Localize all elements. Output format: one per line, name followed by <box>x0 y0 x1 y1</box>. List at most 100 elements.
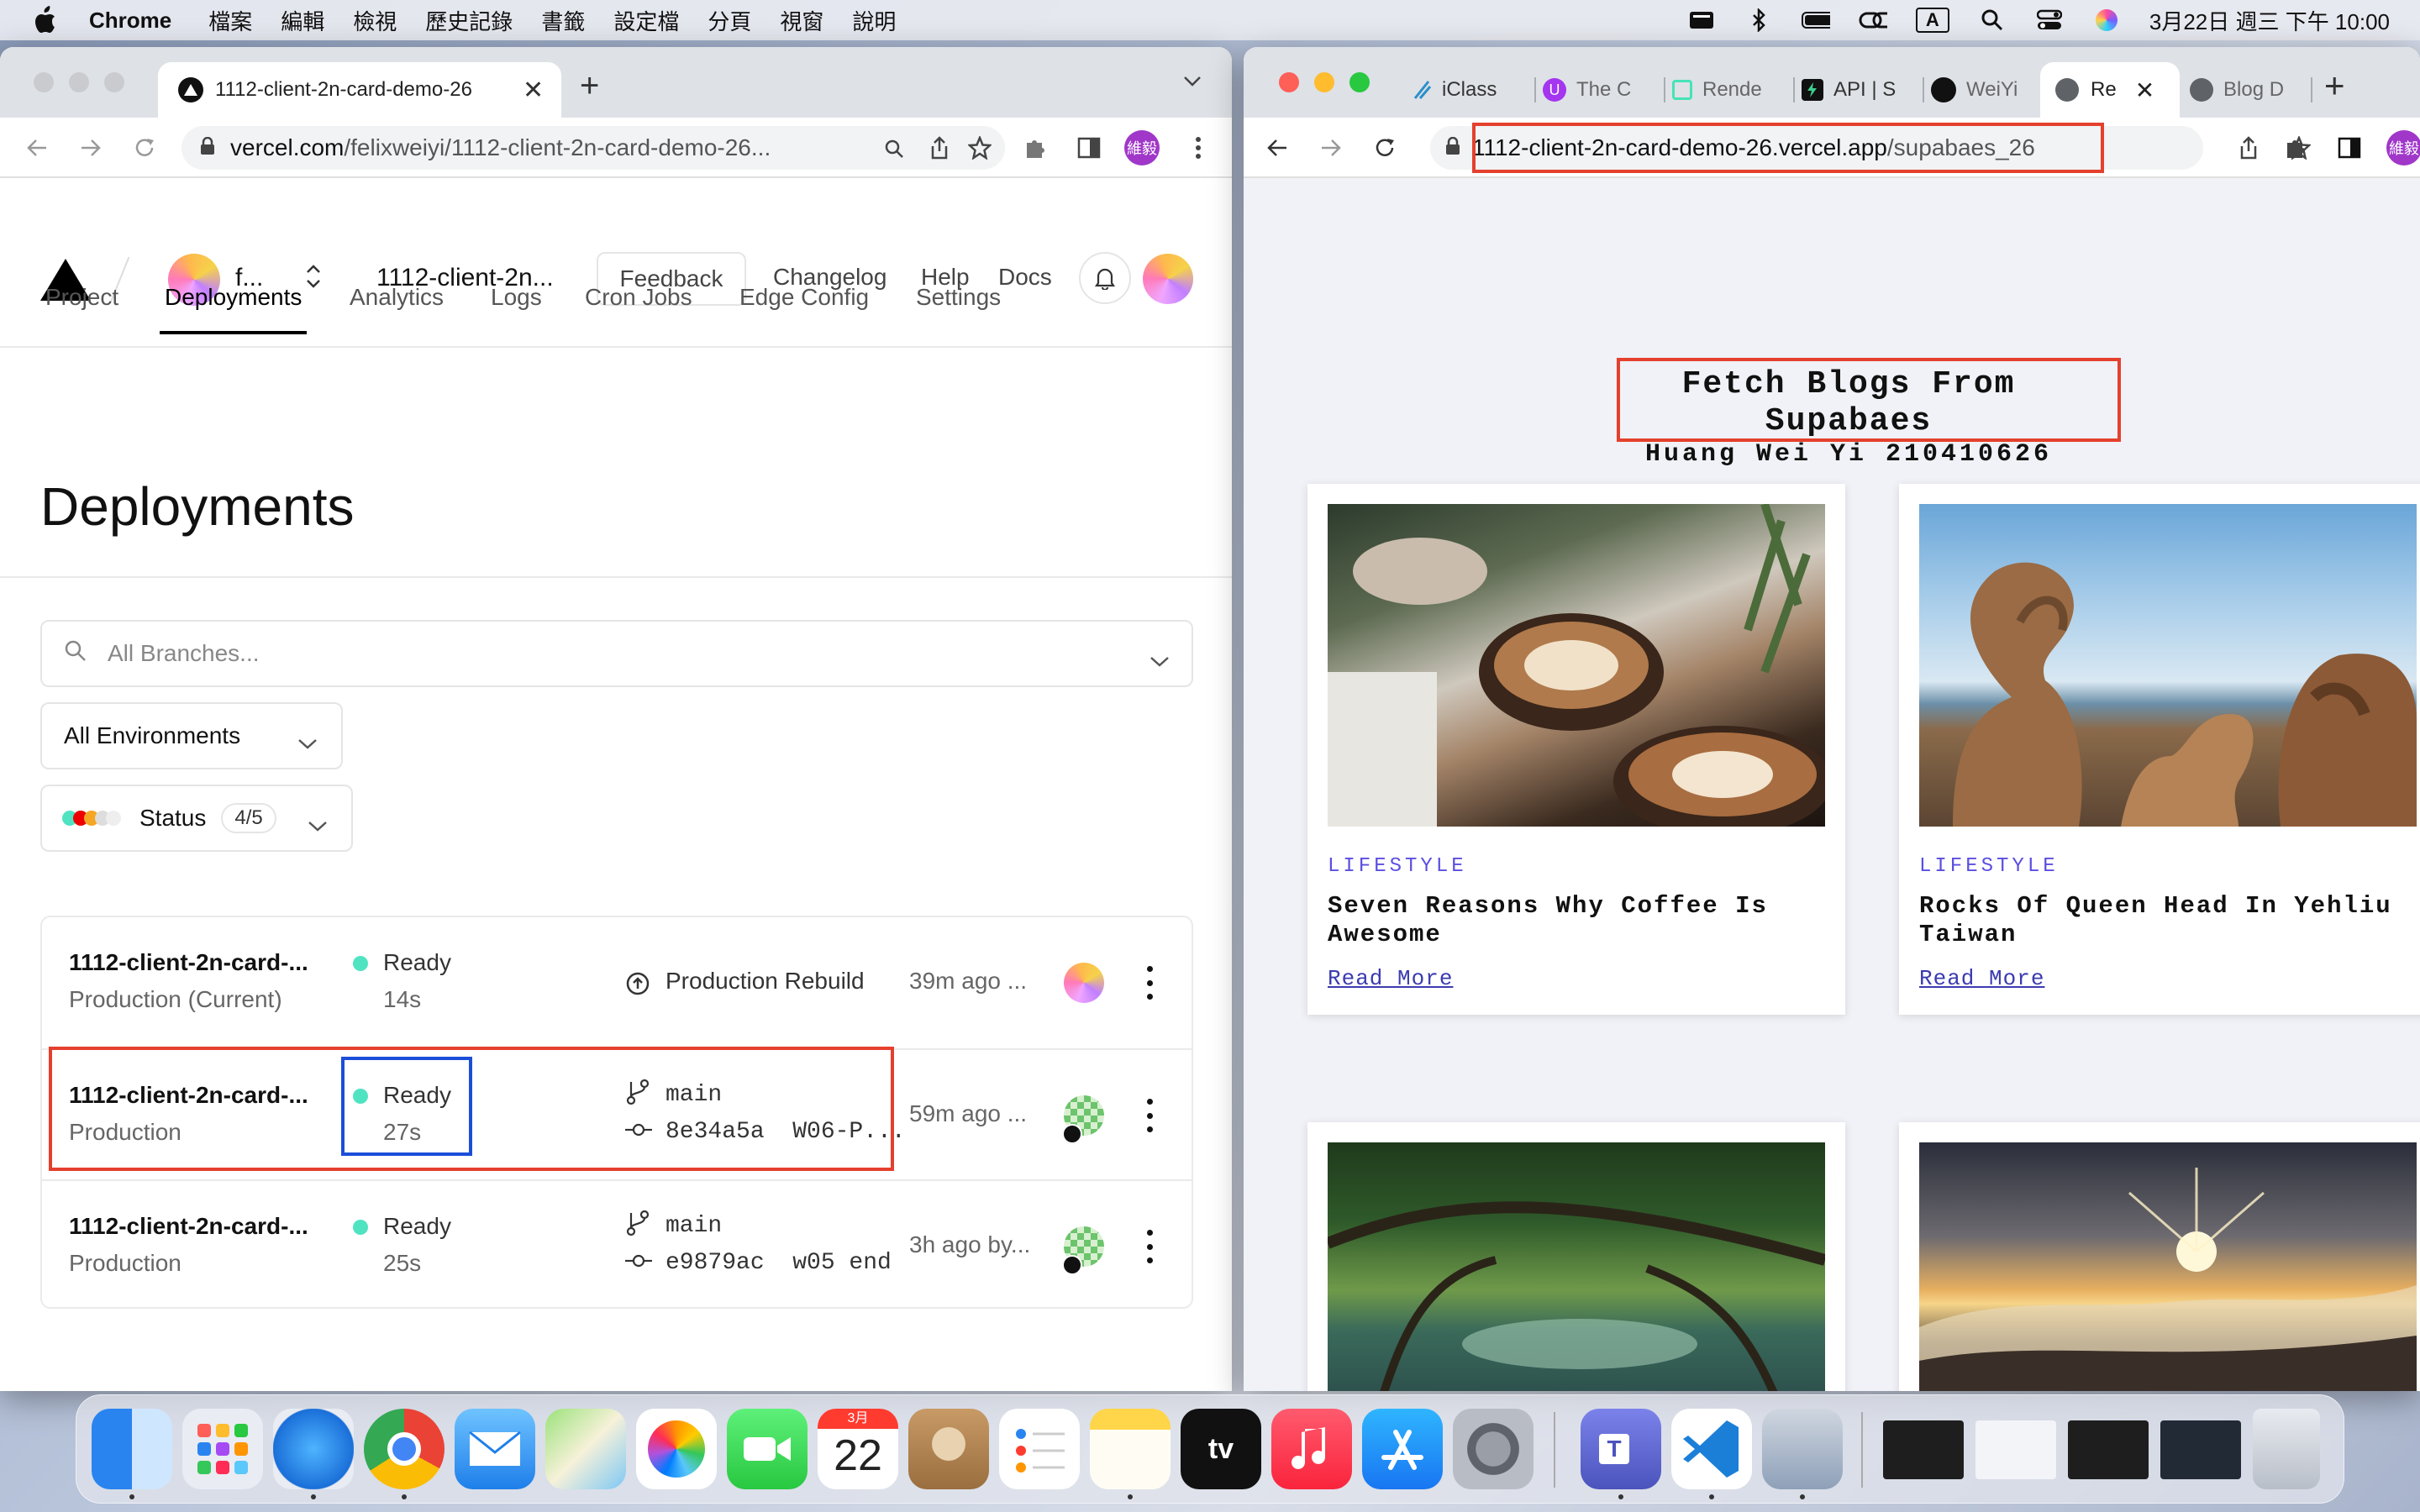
menu-clock[interactable]: 3月22日 週三 下午 10:00 <box>2149 5 2390 36</box>
apple-icon[interactable] <box>32 6 60 34</box>
more-options-icon[interactable] <box>1146 1230 1153 1263</box>
blog-card[interactable]: LIFESTYLE Rocks Of Queen Head In Yehliu … <box>1899 484 2420 1015</box>
tab-logs[interactable]: Logs <box>491 284 542 311</box>
back-icon[interactable] <box>1260 131 1294 165</box>
tab-deployments[interactable]: Deployments <box>159 284 308 334</box>
notes-icon[interactable] <box>1090 1409 1171 1489</box>
tab-api[interactable]: API | S <box>1802 69 1924 111</box>
vscode-icon[interactable] <box>1671 1409 1752 1489</box>
branch-search-input[interactable]: All Branches... <box>40 620 1193 687</box>
tab-blog-d[interactable]: Blog D <box>2190 69 2312 111</box>
menu-file[interactable]: 檔案 <box>208 5 252 36</box>
git-commit-message[interactable]: e9879ac w05 end <box>666 1250 892 1276</box>
back-icon[interactable] <box>20 131 54 165</box>
minimized-window-thumbnail[interactable] <box>2068 1420 2149 1479</box>
battery-icon[interactable] <box>1801 9 1830 31</box>
music-icon[interactable] <box>1271 1409 1352 1489</box>
screen-record-icon[interactable] <box>1687 9 1716 31</box>
share-icon[interactable] <box>929 136 950 165</box>
card-title[interactable]: Rocks Of Queen Head In Yehliu Taiwan <box>1919 892 2407 949</box>
extensions-puzzle-icon[interactable] <box>2279 131 2312 165</box>
share-icon[interactable] <box>2238 136 2259 165</box>
tab-iclass[interactable]: iClass <box>1412 69 1536 111</box>
blog-card[interactable] <box>1899 1122 2420 1391</box>
maps-icon[interactable] <box>545 1409 626 1489</box>
close-window-button[interactable] <box>34 72 54 92</box>
zoom-window-button[interactable] <box>1349 72 1370 92</box>
extensions-puzzle-icon[interactable] <box>1018 131 1052 165</box>
menu-app-name[interactable]: Chrome <box>89 8 171 34</box>
side-panel-icon[interactable] <box>2333 131 2366 165</box>
side-panel-icon[interactable] <box>1072 131 1106 165</box>
minimize-window-button[interactable] <box>1314 72 1334 92</box>
deployment-name[interactable]: 1112-client-2n-card-... <box>69 1213 308 1240</box>
preview-icon[interactable] <box>1762 1409 1843 1489</box>
launchpad-icon[interactable] <box>182 1409 263 1489</box>
reminders-icon[interactable] <box>999 1409 1080 1489</box>
chrome-icon[interactable] <box>364 1409 445 1489</box>
deployment-row[interactable]: 1112-client-2n-card-... Production Ready… <box>42 1179 1192 1310</box>
app-store-icon[interactable] <box>1362 1409 1443 1489</box>
menu-history[interactable]: 歷史記錄 <box>425 5 513 36</box>
tab-project[interactable]: Project <box>45 284 118 311</box>
facetime-icon[interactable] <box>727 1409 808 1489</box>
zoom-search-icon[interactable] <box>884 138 904 165</box>
status-filter[interactable]: Status 4/5 <box>40 785 353 852</box>
forward-icon[interactable] <box>74 131 108 165</box>
tab-cron-jobs[interactable]: Cron Jobs <box>585 284 692 311</box>
zoom-window-button[interactable] <box>104 72 124 92</box>
git-branch-name[interactable]: main <box>666 1213 722 1239</box>
control-center-icon[interactable] <box>2035 9 2064 31</box>
tab-weiyi[interactable]: WeiYi <box>1931 69 2054 111</box>
chrome-menu-icon[interactable] <box>1181 131 1215 165</box>
spotlight-search-icon[interactable] <box>1978 9 2007 31</box>
card-title[interactable]: Seven Reasons Why Coffee Is Awesome <box>1328 892 1815 949</box>
apple-tv-icon[interactable]: tv <box>1181 1409 1261 1489</box>
reload-icon[interactable] <box>128 131 161 165</box>
close-window-button[interactable] <box>1279 72 1299 92</box>
minimized-window-thumbnail[interactable] <box>2160 1420 2241 1479</box>
blog-card[interactable] <box>1307 1122 1845 1391</box>
menu-tab[interactable]: 分頁 <box>708 5 751 36</box>
deployment-name[interactable]: 1112-client-2n-card-... <box>69 949 308 976</box>
minimized-window-thumbnail[interactable] <box>1975 1420 2056 1479</box>
menu-edit[interactable]: 編輯 <box>281 5 324 36</box>
tab-edge-config[interactable]: Edge Config <box>739 284 869 311</box>
more-options-icon[interactable] <box>1146 966 1153 1000</box>
link-icon[interactable] <box>1859 9 1887 31</box>
input-method-icon[interactable]: A <box>1915 8 1949 33</box>
mail-icon[interactable] <box>455 1409 535 1489</box>
minimized-window-thumbnail[interactable] <box>1883 1420 1964 1479</box>
tab-active-blog[interactable]: Re ✕ <box>2040 62 2180 118</box>
new-tab-button[interactable]: + <box>580 67 599 105</box>
menu-window[interactable]: 視窗 <box>780 5 823 36</box>
tab-vercel[interactable]: 1112-client-2n-card-demo-26 ✕ <box>158 62 561 118</box>
calendar-icon[interactable]: 3月 22 <box>818 1409 898 1489</box>
bookmark-star-icon[interactable] <box>966 134 993 165</box>
close-tab-icon[interactable]: ✕ <box>523 76 544 105</box>
menu-bookmarks[interactable]: 書籤 <box>541 5 585 36</box>
teams-icon[interactable]: T <box>1581 1409 1661 1489</box>
tab-render[interactable]: Rende <box>1672 69 1795 111</box>
menu-help[interactable]: 說明 <box>852 5 896 36</box>
contacts-icon[interactable] <box>908 1409 989 1489</box>
read-more-link[interactable]: Read More <box>1328 966 1453 991</box>
menu-view[interactable]: 檢視 <box>353 5 397 36</box>
tab-search-chevron-icon[interactable] <box>1183 76 1202 92</box>
siri-icon[interactable] <box>2092 9 2121 31</box>
close-tab-icon[interactable]: ✕ <box>2135 76 2154 104</box>
forward-icon[interactable] <box>1314 131 1348 165</box>
reload-icon[interactable] <box>1368 131 1402 165</box>
photos-icon[interactable] <box>636 1409 717 1489</box>
system-settings-icon[interactable] <box>1453 1409 1534 1489</box>
more-options-icon[interactable] <box>1146 1099 1153 1132</box>
trash-icon[interactable] <box>2253 1409 2320 1489</box>
new-tab-button[interactable]: + <box>2324 66 2345 106</box>
minimize-window-button[interactable] <box>69 72 89 92</box>
safari-icon[interactable] <box>273 1409 354 1489</box>
bluetooth-icon[interactable] <box>1744 8 1773 32</box>
deployment-row[interactable]: 1112-client-2n-card-... Production (Curr… <box>42 917 1192 1048</box>
environment-select[interactable]: All Environments <box>40 702 343 769</box>
address-bar[interactable]: vercel.com /felixweiyi/1112-client-2n-ca… <box>182 126 1005 170</box>
finder-icon[interactable] <box>92 1409 172 1489</box>
